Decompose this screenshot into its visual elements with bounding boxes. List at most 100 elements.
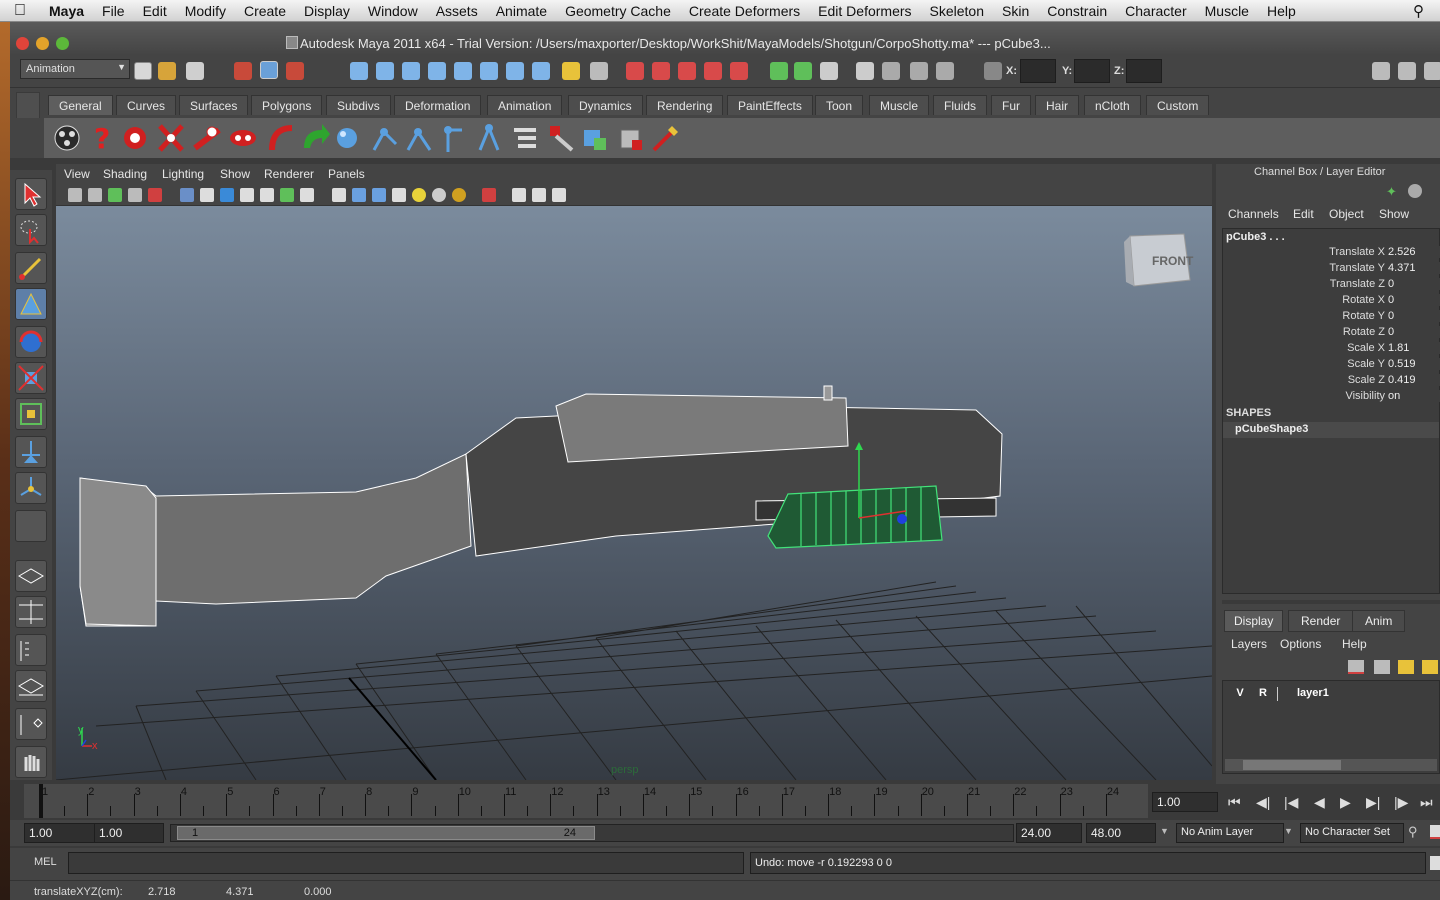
camera-icon[interactable] bbox=[856, 62, 874, 80]
layout-outliner-icon[interactable] bbox=[15, 634, 47, 666]
input-ops-icon[interactable] bbox=[770, 62, 788, 80]
outliner-list-icon[interactable] bbox=[510, 122, 540, 154]
safe-action-icon[interactable] bbox=[280, 188, 294, 202]
manipulator-icon[interactable]: ✦ bbox=[1386, 184, 1400, 199]
field-chart-icon[interactable] bbox=[260, 188, 274, 202]
cube-shaded-icon[interactable] bbox=[616, 122, 646, 154]
paint-brush-icon[interactable] bbox=[650, 122, 680, 154]
playback-end-field[interactable]: 24.00 bbox=[1016, 823, 1082, 843]
channel-row[interactable]: Rotate X0 bbox=[1223, 294, 1440, 310]
panel-menu-renderer[interactable]: Renderer bbox=[264, 167, 314, 181]
rotate-tool-icon[interactable] bbox=[15, 326, 47, 358]
select-hierarchy-icon[interactable] bbox=[234, 62, 252, 80]
zoom-window-button[interactable] bbox=[56, 37, 69, 50]
shadows-icon[interactable] bbox=[452, 188, 466, 202]
perspective-viewport[interactable]: FRONT y x persp bbox=[56, 206, 1212, 780]
green-arrow-icon[interactable] bbox=[300, 122, 330, 154]
select-object-icon[interactable] bbox=[260, 61, 278, 79]
current-frame-marker[interactable] bbox=[39, 784, 43, 818]
x-field[interactable] bbox=[1020, 59, 1056, 83]
channel-value[interactable]: 1.81 bbox=[1385, 342, 1440, 354]
apple-logo-icon[interactable]:  bbox=[0, 2, 40, 20]
move-tool-icon[interactable] bbox=[15, 288, 47, 320]
slider-icon[interactable] bbox=[1408, 184, 1422, 198]
script-language-toggle[interactable]: MEL bbox=[34, 856, 57, 868]
menu-skin[interactable]: Skin bbox=[993, 3, 1038, 19]
layer-tab-anim[interactable]: Anim bbox=[1352, 610, 1406, 632]
shelf-tab-ncloth[interactable]: nCloth bbox=[1084, 95, 1141, 115]
z-field[interactable] bbox=[1126, 59, 1162, 83]
attribute-editor-toggle-icon[interactable] bbox=[1398, 62, 1416, 80]
playback-start-field[interactable]: 1.00 bbox=[94, 823, 164, 843]
layer-display-type-toggle[interactable]: R bbox=[1254, 687, 1272, 701]
menu-edit[interactable]: Edit bbox=[134, 3, 176, 19]
snap-curve-icon[interactable] bbox=[376, 62, 394, 80]
shape-row[interactable]: pCubeShape3 bbox=[1223, 422, 1439, 438]
film-reel-icon[interactable] bbox=[52, 122, 82, 154]
render-icon[interactable] bbox=[626, 62, 644, 80]
layout-graph-icon[interactable] bbox=[15, 670, 47, 702]
new-layer-icon[interactable] bbox=[1348, 660, 1364, 674]
layer-list-scrollbar[interactable] bbox=[1225, 759, 1437, 771]
channel-row[interactable]: Scale Z 0.419 bbox=[1223, 374, 1440, 390]
shelf-tab-surfaces[interactable]: Surfaces bbox=[179, 95, 249, 115]
cube-light-icon[interactable] bbox=[580, 122, 610, 154]
shelf-tab-subdivs[interactable]: Subdivs bbox=[326, 95, 391, 115]
menu-modify[interactable]: Modify bbox=[176, 3, 235, 19]
anim-layer-chevron-icon[interactable]: ▼ bbox=[1160, 826, 1169, 836]
select-tool-icon[interactable] bbox=[15, 178, 47, 210]
last-tool-icon[interactable] bbox=[15, 510, 47, 542]
shelf-tab-deformation[interactable]: Deformation bbox=[394, 95, 482, 115]
menu-create[interactable]: Create bbox=[235, 3, 295, 19]
layer-row[interactable]: V R layer1 bbox=[1223, 685, 1439, 703]
preferences-icon[interactable] bbox=[1430, 825, 1440, 839]
channels-menu[interactable]: Channels bbox=[1228, 207, 1279, 221]
joint-icon-3[interactable] bbox=[440, 122, 470, 154]
edit-menu[interactable]: Edit bbox=[1293, 207, 1314, 221]
open-scene-icon[interactable] bbox=[158, 62, 176, 80]
shelf-tab-dynamics[interactable]: Dynamics bbox=[568, 95, 643, 115]
shelf-tab-general[interactable]: General bbox=[48, 95, 113, 115]
output-ops-icon[interactable] bbox=[794, 62, 812, 80]
shelf-tab-animation[interactable]: Animation bbox=[487, 95, 563, 115]
menu-animate[interactable]: Animate bbox=[487, 3, 556, 19]
selection-lock-icon[interactable] bbox=[590, 62, 608, 80]
character-set-chevron-icon[interactable]: ▼ bbox=[1284, 826, 1293, 836]
current-time-field[interactable]: 1.00 bbox=[1152, 792, 1218, 812]
play-forward-button[interactable]: ▶ bbox=[1340, 794, 1351, 811]
lasso-tool-icon[interactable] bbox=[15, 214, 47, 246]
hand-tool-icon[interactable] bbox=[15, 746, 47, 778]
joint-icon-1[interactable] bbox=[370, 122, 400, 154]
layout-single-pane-icon[interactable] bbox=[15, 560, 47, 592]
spotlight-search-icon[interactable]: ⚲ bbox=[1413, 2, 1424, 20]
step-back-key-button[interactable]: ◀| bbox=[1256, 794, 1270, 811]
film-gate-icon[interactable] bbox=[200, 188, 214, 202]
script-red-icon-3[interactable] bbox=[192, 122, 222, 154]
render-settings-icon[interactable] bbox=[678, 62, 696, 80]
channel-row[interactable]: Scale X 1.81 bbox=[1223, 342, 1440, 358]
channel-row[interactable]: Translate X 2.526 bbox=[1223, 246, 1440, 262]
shelf-tab-curves[interactable]: Curves bbox=[116, 95, 177, 115]
all-lights-icon[interactable] bbox=[432, 188, 446, 202]
xray-components-icon[interactable] bbox=[552, 188, 566, 202]
channel-value[interactable]: 2.526 bbox=[1385, 246, 1440, 258]
channel-row[interactable]: Rotate Y0 bbox=[1223, 310, 1440, 326]
script-red-icon-2[interactable] bbox=[156, 122, 186, 154]
animation-end-field[interactable]: 48.00 bbox=[1086, 823, 1156, 843]
shelf-tab-hair[interactable]: Hair bbox=[1035, 95, 1080, 115]
panel-menu-show[interactable]: Show bbox=[220, 167, 250, 181]
y-field[interactable] bbox=[1074, 59, 1110, 83]
layer-color-swatch[interactable] bbox=[1277, 687, 1293, 701]
menu-skeleton[interactable]: Skeleton bbox=[921, 3, 993, 19]
menu-window[interactable]: Window bbox=[359, 3, 427, 19]
shelf-tab-polygons[interactable]: Polygons bbox=[251, 95, 323, 115]
time-slider[interactable]: 1 2 3 4 5 6 7 8 9 10 11 12 13 14 15 16 17 18 19 20 21 22 23 24 bbox=[24, 784, 1148, 818]
attribute-editor-icon[interactable] bbox=[820, 62, 838, 80]
paint-weights-icon[interactable] bbox=[546, 122, 576, 154]
key-icon[interactable]: ⚲ bbox=[1408, 824, 1418, 840]
channel-row[interactable]: Translate Z0 bbox=[1223, 278, 1440, 294]
shelf-tab-custom[interactable]: Custom bbox=[1146, 95, 1210, 115]
help-menu[interactable]: Help bbox=[1342, 637, 1367, 651]
script-red-icon-1[interactable] bbox=[120, 122, 150, 154]
channel-value[interactable]: on bbox=[1385, 390, 1440, 402]
